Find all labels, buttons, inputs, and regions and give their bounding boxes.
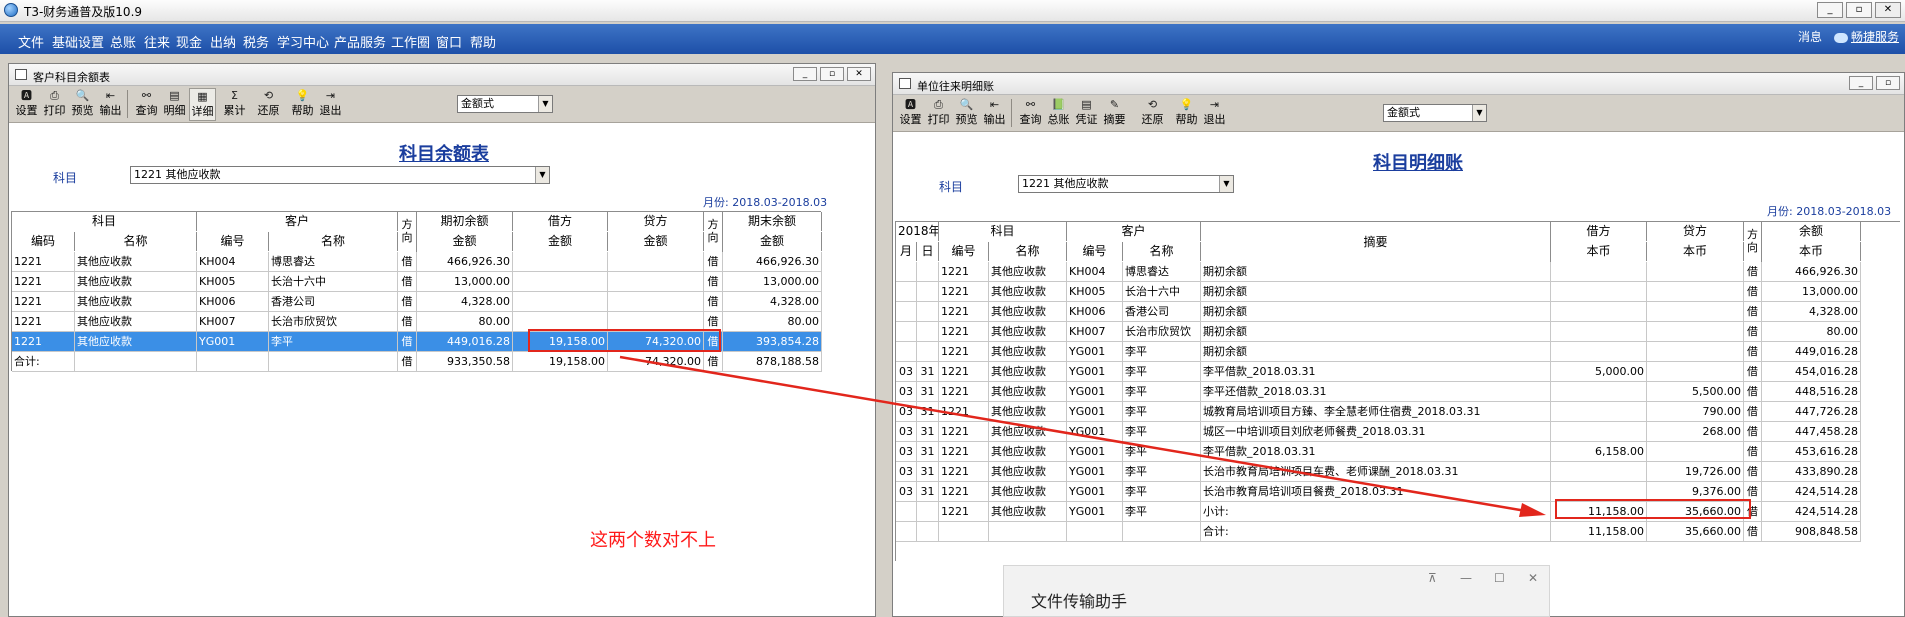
annotation-arrow: [619, 355, 1546, 517]
popup-title: 文件传输助手: [1031, 592, 1128, 611]
popup-close-button[interactable]: ✕: [1528, 571, 1538, 585]
popup-maximize-button[interactable]: ☐: [1494, 571, 1505, 585]
popup-minimize-button[interactable]: —: [1460, 571, 1472, 585]
pin-icon[interactable]: ⊼: [1428, 571, 1437, 585]
file-transfer-popup: ⊼ — ☐ ✕ 文件传输助手: [1003, 565, 1550, 617]
annotation-note: 这两个数对不上: [590, 530, 716, 551]
